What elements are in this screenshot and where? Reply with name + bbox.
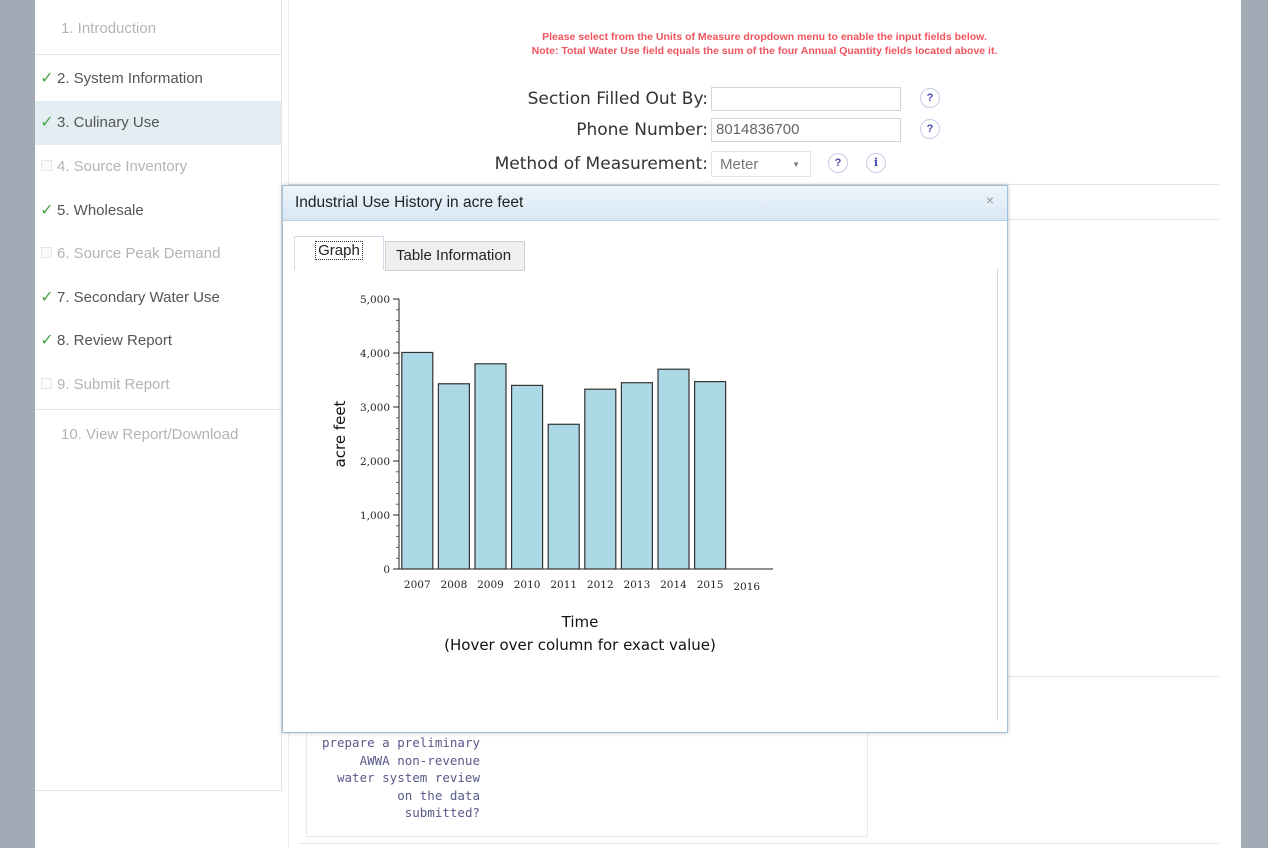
bar	[511, 384, 544, 570]
help-icon[interactable]: ?	[828, 153, 848, 173]
method-of-measurement-select[interactable]: Meter ▼	[711, 151, 811, 177]
question-line: on the data	[397, 787, 480, 803]
sidebar-nav: 1. Introduction ✓ 2. System Information …	[35, 0, 282, 791]
sidebar-item-label: 10. View Report/Download	[61, 426, 239, 443]
notice-line-2: Note: Total Water Use field equals the s…	[531, 45, 998, 57]
y-axis-title: acre feet	[331, 400, 349, 467]
y-tick-label: 5,000	[360, 294, 390, 306]
x-tick-label: 2011	[550, 579, 577, 591]
graph-tab-panel: 0 1,000 2,000 3,000 4,000 5,000 2007 2008 2009 20…	[295, 269, 998, 721]
chart: 0 1,000 2,000 3,000 4,000 5,000 2007 2008 2009 20…	[295, 269, 997, 714]
bar	[584, 388, 617, 570]
x-axis-note: (Hover over column for exact value)	[444, 636, 716, 654]
notice-line-1: Please select from the Units of Measure …	[542, 31, 987, 43]
phone-number-label: Phone Number:	[576, 120, 708, 140]
sidebar-item-source-inventory[interactable]: 4. Source Inventory	[35, 145, 281, 189]
checkbox-icon	[41, 378, 52, 389]
question-line: water system review	[337, 770, 480, 785]
sidebar-item-submit-report[interactable]: 9. Submit Report	[35, 363, 281, 407]
y-tick-label: 2,000	[360, 456, 390, 468]
sidebar-item-system-information[interactable]: ✓ 2. System Information	[35, 57, 281, 101]
sidebar-item-label: 8. Review Report	[57, 332, 173, 349]
section-filled-by-input[interactable]	[711, 87, 901, 111]
page-gutter-right	[1241, 0, 1268, 848]
sidebar-divider	[35, 54, 281, 55]
y-tick-label: 4,000	[360, 348, 390, 360]
section-filled-by-label: Section Filled Out By:	[527, 89, 708, 109]
section-divider	[300, 843, 1219, 844]
sidebar-item-label: 9. Submit Report	[57, 376, 170, 393]
check-icon: ✓	[40, 70, 54, 87]
checkbox-icon	[41, 160, 52, 171]
x-tick-label: 2016	[733, 581, 760, 593]
sidebar-item-label: 6. Source Peak Demand	[57, 245, 221, 262]
bar-chart-svg: 0 1,000 2,000 3,000 4,000 5,000 2007 2008 2009 20…	[331, 294, 773, 654]
info-icon[interactable]: i	[866, 153, 886, 173]
close-icon[interactable]: ×	[986, 192, 994, 208]
sidebar-item-wholesale[interactable]: ✓ 5. Wholesale	[35, 189, 281, 233]
sidebar-item-review-report[interactable]: ✓ 8. Review Report	[35, 319, 281, 363]
dialog-title: Industrial Use History in acre feet	[295, 194, 524, 211]
checkbox-icon	[41, 247, 52, 258]
page-gutter-left	[0, 0, 35, 848]
check-icon: ✓	[40, 202, 54, 219]
chevron-down-icon: ▼	[792, 160, 800, 169]
sidebar-item-introduction[interactable]: 1. Introduction	[35, 7, 281, 51]
section-divider	[1008, 219, 1219, 220]
x-tick-label: 2012	[587, 579, 614, 591]
section-divider	[1008, 676, 1219, 677]
x-tick-label: 2013	[624, 579, 651, 591]
question-line: prepare a preliminary	[321, 735, 480, 750]
sidebar-item-label: 1. Introduction	[61, 20, 157, 37]
question-text: prepare a preliminary AWWA non-revenue w…	[300, 734, 480, 822]
sidebar-item-label: 5. Wholesale	[57, 202, 144, 219]
sidebar-item-view-report[interactable]: 10. View Report/Download	[35, 413, 281, 457]
bar	[694, 381, 727, 570]
x-tick-label: 2014	[660, 579, 687, 591]
bar	[401, 351, 434, 570]
x-tick-label: 2008	[441, 579, 468, 591]
dialog-titlebar[interactable]: Industrial Use History in acre feet ×	[283, 186, 1007, 221]
bar	[657, 368, 690, 570]
sidebar-item-label: 7. Secondary Water Use	[57, 289, 220, 306]
help-icon[interactable]: ?	[920, 88, 940, 108]
x-tick-label: 2009	[477, 579, 504, 591]
bar	[547, 423, 580, 570]
check-icon: ✓	[40, 332, 54, 349]
sidebar-item-source-peak-demand[interactable]: 6. Source Peak Demand	[35, 232, 281, 276]
question-line: submitted?	[404, 805, 480, 820]
x-axis-title: Time	[561, 613, 599, 631]
tab-graph[interactable]: Graph	[294, 236, 384, 270]
sidebar-divider	[35, 409, 281, 410]
check-icon: ✓	[40, 289, 54, 306]
sidebar-item-secondary-water-use[interactable]: ✓ 7. Secondary Water Use	[35, 276, 281, 320]
tab-label: Table Information	[396, 247, 512, 264]
tab-table-information[interactable]: Table Information	[385, 241, 525, 271]
y-tick-label: 1,000	[360, 510, 390, 522]
sidebar-item-culinary-use[interactable]: ✓ 3. Culinary Use	[35, 101, 281, 145]
industrial-use-history-dialog: Industrial Use History in acre feet × Gr…	[282, 185, 1008, 733]
x-tick-label: 2010	[514, 579, 541, 591]
help-icon[interactable]: ?	[920, 119, 940, 139]
tab-label: Graph	[315, 241, 363, 260]
bar	[437, 383, 470, 570]
bar	[474, 363, 507, 570]
x-tick-label: 2015	[697, 579, 724, 591]
select-value: Meter	[720, 156, 759, 173]
bar	[620, 382, 653, 570]
y-tick-label: 0	[383, 564, 390, 576]
sidebar-item-label: 2. System Information	[57, 70, 203, 87]
y-tick-label: 3,000	[360, 402, 390, 414]
sidebar-item-label: 4. Source Inventory	[57, 158, 188, 175]
check-icon: ✓	[40, 114, 54, 131]
question-line: AWWA non-revenue	[359, 752, 480, 768]
phone-number-input[interactable]	[711, 118, 901, 142]
sidebar-item-label: 3. Culinary Use	[57, 114, 160, 131]
method-of-measurement-label: Method of Measurement:	[494, 154, 708, 174]
x-tick-label: 2007	[404, 579, 431, 591]
